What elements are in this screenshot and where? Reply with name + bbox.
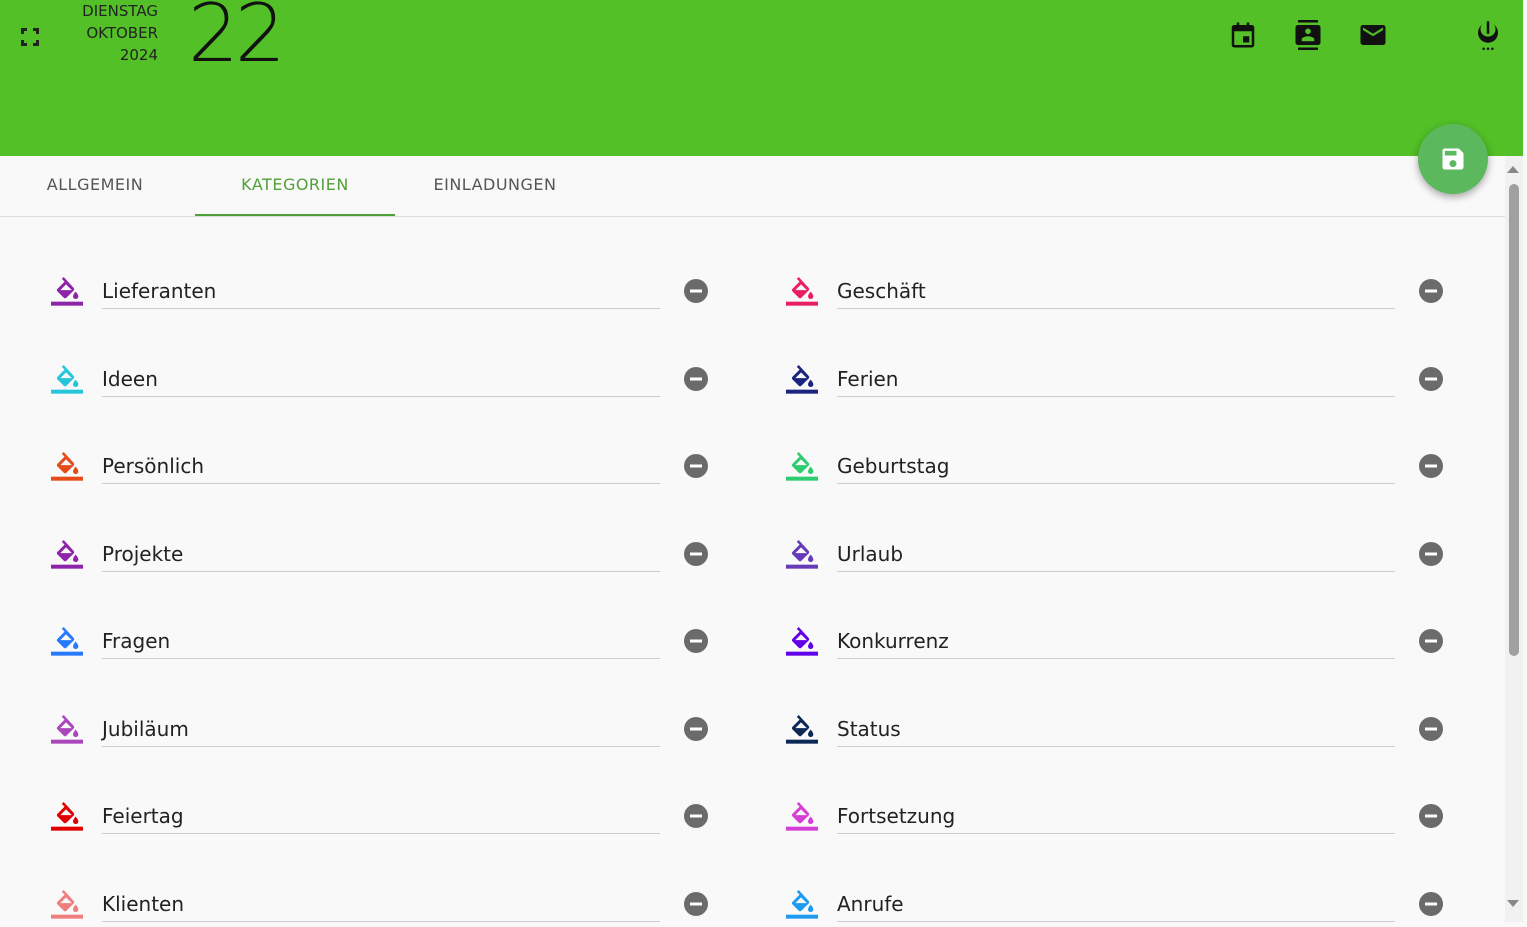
category-row: Projekte <box>51 537 731 577</box>
paint-bucket-icon[interactable] <box>51 799 83 833</box>
category-name-field[interactable]: Anrufe <box>837 887 1395 922</box>
day-number: 22 <box>188 0 286 80</box>
scroll-down-arrow[interactable] <box>1507 900 1519 907</box>
remove-circle-icon[interactable] <box>684 279 708 303</box>
scrollbar-thumb[interactable] <box>1509 184 1519 656</box>
category-name-field[interactable]: Ferien <box>837 362 1395 397</box>
category-name-field[interactable]: Klienten <box>102 887 660 922</box>
paint-bucket-icon[interactable] <box>786 712 818 746</box>
paint-bucket-icon[interactable] <box>51 274 83 308</box>
category-name-field[interactable]: Fortsetzung <box>837 799 1395 834</box>
paint-bucket-icon[interactable] <box>786 624 818 658</box>
category-row: Urlaub <box>786 537 1466 577</box>
paint-bucket-icon[interactable] <box>51 537 83 571</box>
category-row: Persönlich <box>51 449 731 489</box>
remove-circle-icon[interactable] <box>684 454 708 478</box>
paint-bucket-icon[interactable] <box>786 887 818 921</box>
contacts-icon[interactable] <box>1293 20 1323 50</box>
category-row: Ferien <box>786 362 1466 402</box>
paint-bucket-icon[interactable] <box>786 274 818 308</box>
remove-circle-icon[interactable] <box>1419 542 1443 566</box>
category-name-field[interactable]: Konkurrenz <box>837 624 1395 659</box>
category-row: Konkurrenz <box>786 624 1466 664</box>
category-row: Feiertag <box>51 799 731 839</box>
remove-circle-icon[interactable] <box>1419 629 1443 653</box>
calendar-icon[interactable] <box>1228 20 1258 50</box>
category-name-field[interactable]: Ideen <box>102 362 660 397</box>
category-row: Klienten <box>51 887 731 927</box>
category-row: Lieferanten <box>51 274 731 314</box>
remove-circle-icon[interactable] <box>1419 279 1443 303</box>
category-name-field[interactable]: Status <box>837 712 1395 747</box>
remove-circle-icon[interactable] <box>1419 804 1443 828</box>
paint-bucket-icon[interactable] <box>51 887 83 921</box>
category-name-field[interactable]: Fragen <box>102 624 660 659</box>
power-icon[interactable] <box>1473 20 1503 50</box>
mail-icon[interactable] <box>1358 20 1388 50</box>
paint-bucket-icon[interactable] <box>51 362 83 396</box>
paint-bucket-icon[interactable] <box>51 624 83 658</box>
category-name-field[interactable]: Lieferanten <box>102 274 660 309</box>
remove-circle-icon[interactable] <box>1419 717 1443 741</box>
month-label: OKTOBER <box>86 24 158 42</box>
category-row: Anrufe <box>786 887 1466 927</box>
save-icon <box>1442 148 1464 170</box>
paint-bucket-icon[interactable] <box>51 449 83 483</box>
save-button[interactable] <box>1418 124 1488 194</box>
category-name-field[interactable]: Geschäft <box>837 274 1395 309</box>
paint-bucket-icon[interactable] <box>786 799 818 833</box>
year-label: 2024 <box>119 46 158 64</box>
tab-einladungen[interactable]: EINLADUNGEN <box>395 156 595 216</box>
app-header: DIENSTAG OKTOBER 2024 22 <box>0 0 1523 156</box>
category-row: Geschäft <box>786 274 1466 314</box>
category-row: Ideen <box>51 362 731 402</box>
remove-circle-icon[interactable] <box>684 367 708 391</box>
category-name-field[interactable]: Projekte <box>102 537 660 572</box>
category-name-field[interactable]: Geburtstag <box>837 449 1395 484</box>
scroll-up-arrow[interactable] <box>1507 166 1519 173</box>
remove-circle-icon[interactable] <box>684 892 708 916</box>
remove-circle-icon[interactable] <box>684 629 708 653</box>
tab-allgemein[interactable]: ALLGEMEIN <box>0 156 195 216</box>
category-row: Fortsetzung <box>786 799 1466 839</box>
category-row: Geburtstag <box>786 449 1466 489</box>
category-name-field[interactable]: Urlaub <box>837 537 1395 572</box>
remove-circle-icon[interactable] <box>684 542 708 566</box>
paint-bucket-icon[interactable] <box>786 362 818 396</box>
remove-circle-icon[interactable] <box>1419 892 1443 916</box>
category-row: Jubiläum <box>51 712 731 752</box>
remove-circle-icon[interactable] <box>684 804 708 828</box>
paint-bucket-icon[interactable] <box>786 449 818 483</box>
weekday-label: DIENSTAG <box>82 2 158 20</box>
remove-circle-icon[interactable] <box>684 717 708 741</box>
tab-bar: ALLGEMEIN KATEGORIEN EINLADUNGEN <box>0 156 1505 217</box>
category-name-field[interactable]: Persönlich <box>102 449 660 484</box>
tab-kategorien[interactable]: KATEGORIEN <box>195 156 395 216</box>
date-display: DIENSTAG OKTOBER 2024 <box>60 0 158 66</box>
paint-bucket-icon[interactable] <box>786 537 818 571</box>
category-row: Fragen <box>51 624 731 664</box>
category-row: Status <box>786 712 1466 752</box>
paint-bucket-icon[interactable] <box>51 712 83 746</box>
fullscreen-icon[interactable] <box>18 25 42 49</box>
remove-circle-icon[interactable] <box>1419 367 1443 391</box>
category-name-field[interactable]: Jubiläum <box>102 712 660 747</box>
remove-circle-icon[interactable] <box>1419 454 1443 478</box>
category-name-field[interactable]: Feiertag <box>102 799 660 834</box>
